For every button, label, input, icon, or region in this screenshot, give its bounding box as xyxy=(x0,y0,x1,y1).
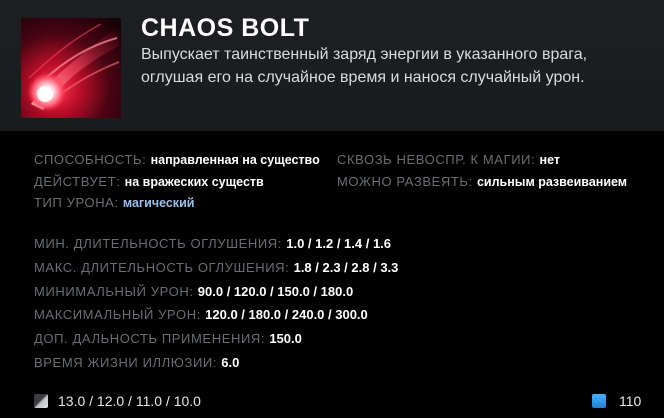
mana-cost-display: 110 xyxy=(592,392,641,410)
mana-icon xyxy=(592,394,606,408)
affects-label: ДЕЙСТВУЕТ: xyxy=(34,174,121,189)
cooldown-display: 13.0 / 12.0 / 11.0 / 10.0 xyxy=(34,392,201,410)
stat-value: 150.0 xyxy=(269,331,302,346)
chaos-bolt-icon xyxy=(21,18,121,118)
cooldown-icon xyxy=(34,394,48,408)
stat-row: МАКС. ДЛИТЕЛЬНОСТЬ ОГЛУШЕНИЯ: 1.8 / 2.3 … xyxy=(34,260,398,275)
ability-tooltip: CHAOS BOLT Выпускает таинственный заряд … xyxy=(0,0,664,418)
ability-type-value: направленная на существо xyxy=(150,153,320,167)
dispellable-label: МОЖНО РАЗВЕЯТЬ: xyxy=(337,174,473,189)
pierces-immunity-label: СКВОЗЬ НЕВОСПР. К МАГИИ: xyxy=(337,152,536,167)
stat-label: МИНИМАЛЬНЫЙ УРОН: xyxy=(34,284,194,299)
stat-value: 1.0 / 1.2 / 1.4 / 1.6 xyxy=(286,236,392,251)
mana-cost-value: 110 xyxy=(619,393,642,409)
stat-value: 90.0 / 120.0 / 150.0 / 180.0 xyxy=(197,284,354,299)
stat-label: МАКСИМАЛЬНЫЙ УРОН: xyxy=(34,307,201,322)
stat-value: 6.0 xyxy=(221,355,240,370)
pierces-immunity-value: нет xyxy=(539,153,560,167)
stat-value: 1.8 / 2.3 / 2.8 / 3.3 xyxy=(293,260,399,275)
affects-row: ДЕЙСТВУЕТ: на вражеских существ xyxy=(34,174,264,189)
stat-label: ВРЕМЯ ЖИЗНИ ИЛЛЮЗИИ: xyxy=(34,355,218,370)
stat-row: ДОП. ДАЛЬНОСТЬ ПРИМЕНЕНИЯ: 150.0 xyxy=(34,331,302,346)
pierces-immunity-row: СКВОЗЬ НЕВОСПР. К МАГИИ: нет xyxy=(337,152,560,167)
tooltip-header: CHAOS BOLT Выпускает таинственный заряд … xyxy=(0,0,664,131)
stat-value: 120.0 / 180.0 / 240.0 / 300.0 xyxy=(205,307,368,322)
stat-row: МАКСИМАЛЬНЫЙ УРОН: 120.0 / 180.0 / 240.0… xyxy=(34,307,368,322)
dispellable-row: МОЖНО РАЗВЕЯТЬ: сильным развеиванием xyxy=(337,174,627,189)
ability-description: Выпускает таинственный заряд энергии в у… xyxy=(141,46,588,86)
ability-type-label: СПОСОБНОСТЬ: xyxy=(34,152,147,167)
stat-label: МИН. ДЛИТЕЛЬНОСТЬ ОГЛУШЕНИЯ: xyxy=(34,236,283,251)
cooldown-value: 13.0 / 12.0 / 11.0 / 10.0 xyxy=(58,393,201,409)
stat-row: МИН. ДЛИТЕЛЬНОСТЬ ОГЛУШЕНИЯ: 1.0 / 1.2 /… xyxy=(34,236,391,251)
ability-type-row: СПОСОБНОСТЬ: направленная на существо xyxy=(34,152,320,167)
stat-row: МИНИМАЛЬНЫЙ УРОН: 90.0 / 120.0 / 150.0 /… xyxy=(34,284,353,299)
damage-type-row: ТИП УРОНА: магический xyxy=(34,195,194,210)
affects-value: на вражеских существ xyxy=(124,175,264,189)
dispellable-value: сильным развеиванием xyxy=(476,175,628,189)
stat-row: ВРЕМЯ ЖИЗНИ ИЛЛЮЗИИ: 6.0 xyxy=(34,355,239,370)
damage-type-label: ТИП УРОНА: xyxy=(34,195,119,210)
ability-name: CHAOS BOLT xyxy=(141,14,310,42)
stat-label: ДОП. ДАЛЬНОСТЬ ПРИМЕНЕНИЯ: xyxy=(34,331,266,346)
stat-label: МАКС. ДЛИТЕЛЬНОСТЬ ОГЛУШЕНИЯ: xyxy=(34,260,290,275)
damage-type-value: магический xyxy=(122,196,195,210)
